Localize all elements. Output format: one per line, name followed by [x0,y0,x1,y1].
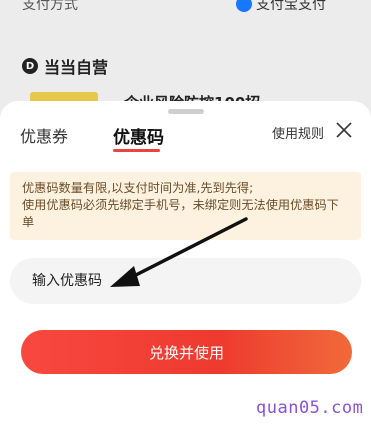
pay-method-value: 支付宝支付 [256,0,326,13]
tab-coupon-code[interactable]: 优惠码 [113,123,164,148]
coupon-bottom-sheet: 优惠券 优惠码 使用规则 优惠码数量有限,以支付时间为准,先到先得; 使用优惠码… [0,101,371,444]
coupon-code-field[interactable] [10,258,361,304]
notice-line: 单 [22,215,35,229]
close-icon[interactable] [334,120,354,140]
pay-method-selector[interactable]: 支付宝支付 [236,0,326,14]
notice-line: 优惠码数量有限,以支付时间为准,先到先得; [22,181,254,195]
active-tab-indicator [113,149,160,152]
alipay-icon [236,0,252,12]
store-name: 当当自营 [44,58,109,77]
pay-method-label: 支付方式 [22,0,78,13]
sheet-drag-handle[interactable] [168,109,204,114]
coupon-code-notice: 优惠码数量有限,以支付时间为准,先到先得; 使用优惠码必须先绑定手机号，未绑定则… [10,172,361,240]
store-logo-icon: D [22,58,38,74]
tab-coupon[interactable]: 优惠券 [20,123,68,147]
usage-rules-link[interactable]: 使用规则 [272,123,324,142]
notice-line: 使用优惠码必须先绑定手机号，未绑定则无法使用优惠码下 [22,198,339,212]
checkout-page-background: 支付方式 支付宝支付 D 当当自营 企业风险防控100招 [0,0,371,114]
coupon-code-input[interactable] [30,272,341,290]
watermark-text: quan05.com [256,398,364,418]
redeem-and-use-button[interactable]: 兑换并使用 [21,330,352,374]
store-header: D 当当自营 [22,54,108,78]
